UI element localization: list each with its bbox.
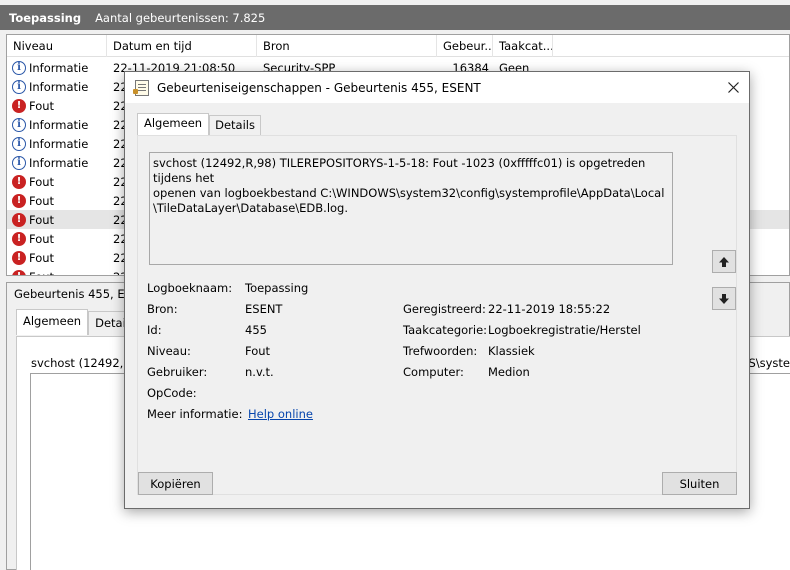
info-icon: i	[12, 60, 26, 75]
registered-value: 22-11-2019 18:55:22	[488, 302, 611, 316]
row-level-text: Fout	[29, 174, 55, 189]
task-category-label: Taakcategorie:	[403, 323, 488, 337]
row-level: i Informatie	[7, 136, 107, 151]
help-online-link[interactable]: Help online	[248, 407, 313, 421]
column-header-task-category[interactable]: Taakcat...	[493, 35, 553, 57]
source-label: Bron:	[147, 302, 178, 316]
event-properties-dialog: Gebeurteniseigenschappen - Gebeurtenis 4…	[124, 71, 750, 509]
row-level-text: Informatie	[29, 155, 89, 170]
row-level-text: Fout	[29, 270, 54, 276]
row-level-text: Informatie	[29, 79, 89, 94]
tab-general[interactable]: Algemeen	[16, 309, 89, 335]
row-level: !Fout	[7, 269, 107, 276]
keywords-label: Trefwoorden:	[403, 344, 478, 358]
row-level: i Informatie	[7, 155, 107, 170]
copy-button[interactable]: Kopiëren	[138, 472, 213, 495]
logname-value: Toepassing	[245, 281, 309, 295]
row-level-text: Fout	[29, 231, 55, 246]
column-header-datetime[interactable]: Datum en tijd	[107, 35, 257, 57]
source-value: ESENT	[245, 302, 283, 316]
error-icon: !	[12, 250, 26, 265]
previous-event-button[interactable]	[712, 250, 736, 273]
row-level-text: Informatie	[29, 117, 89, 132]
level-value: Fout	[245, 344, 271, 358]
row-level-text: Fout	[29, 193, 55, 208]
info-icon: i	[12, 136, 26, 151]
registered-label: Geregistreerd:	[403, 302, 486, 316]
arrow-down-icon	[719, 293, 729, 304]
row-level: !Fout	[7, 231, 107, 246]
user-value: n.v.t.	[245, 365, 274, 379]
column-header-level[interactable]: Niveau	[7, 35, 107, 57]
computer-label: Computer:	[403, 365, 464, 379]
event-count: Aantal gebeurtenissen: 7.825	[95, 10, 266, 25]
column-header-source[interactable]: Bron	[257, 35, 437, 57]
more-info-label: Meer informatie:	[147, 407, 243, 421]
row-level-text: Informatie	[29, 60, 89, 75]
row-level-text: Fout	[29, 250, 55, 265]
detail-message-right: /S\syste	[744, 356, 790, 370]
id-value: 455	[245, 323, 267, 337]
id-label: Id:	[147, 323, 162, 337]
error-icon: !	[12, 98, 26, 113]
info-icon: i	[12, 155, 26, 170]
row-level: !Fout	[7, 250, 107, 265]
dialog-title: Gebeurteniseigenschappen - Gebeurtenis 4…	[157, 80, 481, 95]
event-log-icon	[133, 79, 149, 96]
row-level: i Informatie	[7, 79, 107, 94]
row-level-text: Informatie	[29, 136, 89, 151]
dialog-tab-details[interactable]: Details	[209, 115, 261, 136]
logname-label: Logboeknaam:	[147, 281, 233, 295]
event-message[interactable]: svchost (12492,R,98) TILEREPOSITORYS-1-5…	[149, 152, 673, 265]
log-title: Toepassing	[9, 10, 82, 25]
task-category-value: Logboekregistratie/Herstel	[488, 323, 641, 337]
error-icon: !	[12, 193, 26, 208]
row-level: i Informatie	[7, 60, 107, 75]
close-button[interactable]: Sluiten	[662, 472, 737, 495]
event-list-header: Niveau Datum en tijd Bron Gebeur... Taak…	[7, 35, 789, 57]
error-icon: !	[12, 174, 26, 189]
dialog-tab-general[interactable]: Algemeen	[137, 113, 210, 136]
dialog-general-page: svchost (12492,R,98) TILEREPOSITORYS-1-5…	[137, 135, 737, 495]
level-label: Niveau:	[147, 344, 191, 358]
arrow-up-icon	[719, 256, 729, 267]
error-icon: !	[12, 212, 26, 227]
row-level-text: Fout	[29, 212, 55, 227]
error-icon: !	[12, 231, 26, 246]
next-event-button[interactable]	[712, 287, 736, 310]
row-level-text: Fout	[29, 98, 55, 113]
user-label: Gebruiker:	[147, 365, 208, 379]
dialog-titlebar[interactable]: Gebeurteniseigenschappen - Gebeurtenis 4…	[125, 72, 749, 103]
dialog-tabs: Algemeen Details	[137, 113, 261, 136]
error-icon: !	[12, 269, 26, 275]
row-level: !Fout	[7, 98, 107, 113]
info-icon: i	[12, 79, 26, 94]
column-header-event-id[interactable]: Gebeur...	[437, 35, 493, 57]
computer-value: Medion	[488, 365, 530, 379]
close-icon[interactable]	[717, 72, 749, 103]
log-header-bar: Toepassing Aantal gebeurtenissen: 7.825	[0, 5, 790, 30]
row-level: !Fout	[7, 193, 107, 208]
info-icon: i	[12, 117, 26, 132]
keywords-value: Klassiek	[488, 344, 535, 358]
row-level: i Informatie	[7, 117, 107, 132]
opcode-label: OpCode:	[147, 386, 197, 400]
row-level: !Fout	[7, 174, 107, 189]
row-level: !Fout	[7, 212, 107, 227]
